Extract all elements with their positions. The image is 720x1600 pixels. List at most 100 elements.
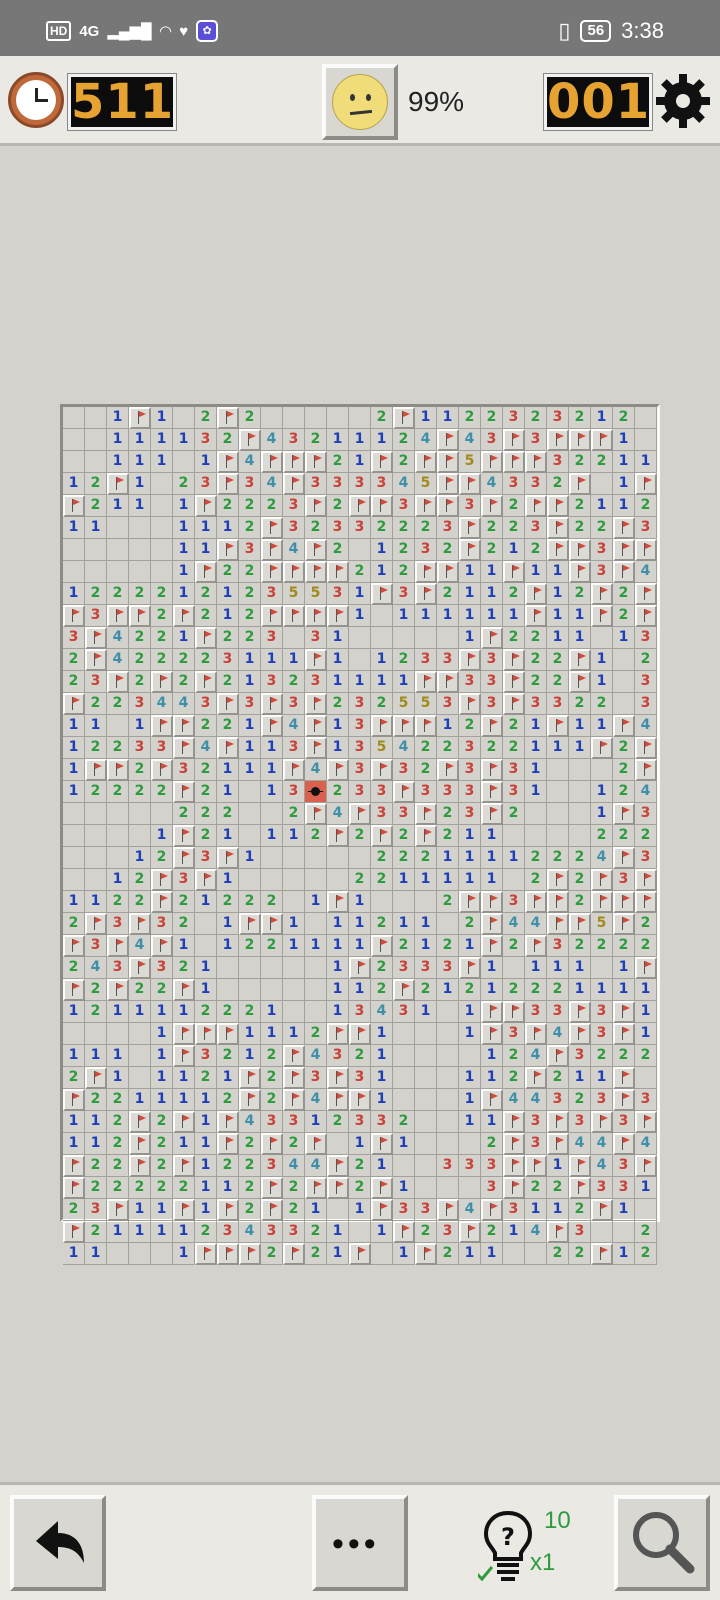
number-cell[interactable]: 1 bbox=[481, 957, 503, 979]
number-cell[interactable]: 3 bbox=[635, 627, 657, 649]
number-cell[interactable]: 3 bbox=[459, 495, 481, 517]
number-cell[interactable]: 1 bbox=[569, 627, 591, 649]
empty-cell[interactable] bbox=[459, 1133, 481, 1155]
number-cell[interactable]: 2 bbox=[129, 1177, 151, 1199]
empty-cell[interactable] bbox=[85, 539, 107, 561]
number-cell[interactable]: 1 bbox=[349, 979, 371, 1001]
number-cell[interactable]: 3 bbox=[283, 1221, 305, 1243]
number-cell[interactable]: 1 bbox=[393, 1133, 415, 1155]
number-cell[interactable]: 3 bbox=[195, 693, 217, 715]
number-cell[interactable]: 2 bbox=[569, 847, 591, 869]
flag-icon[interactable] bbox=[591, 737, 613, 759]
number-cell[interactable]: 2 bbox=[371, 869, 393, 891]
flag-icon[interactable] bbox=[635, 737, 657, 759]
number-cell[interactable]: 1 bbox=[173, 1089, 195, 1111]
number-cell[interactable]: 1 bbox=[525, 957, 547, 979]
number-cell[interactable]: 3 bbox=[481, 1155, 503, 1177]
number-cell[interactable]: 2 bbox=[129, 781, 151, 803]
number-cell[interactable]: 2 bbox=[107, 1177, 129, 1199]
number-cell[interactable]: 3 bbox=[283, 781, 305, 803]
flag-icon[interactable] bbox=[239, 429, 261, 451]
flag-icon[interactable] bbox=[173, 781, 195, 803]
flag-icon[interactable] bbox=[481, 935, 503, 957]
number-cell[interactable]: 1 bbox=[63, 759, 85, 781]
number-cell[interactable]: 1 bbox=[371, 1045, 393, 1067]
number-cell[interactable]: 3 bbox=[503, 1023, 525, 1045]
number-cell[interactable]: 3 bbox=[393, 759, 415, 781]
number-cell[interactable]: 1 bbox=[85, 517, 107, 539]
number-cell[interactable]: 3 bbox=[107, 957, 129, 979]
number-cell[interactable]: 2 bbox=[195, 825, 217, 847]
number-cell[interactable]: 1 bbox=[63, 715, 85, 737]
flag-icon[interactable] bbox=[195, 869, 217, 891]
flag-icon[interactable] bbox=[283, 1067, 305, 1089]
flag-icon[interactable] bbox=[437, 671, 459, 693]
flag-icon[interactable] bbox=[613, 517, 635, 539]
flag-icon[interactable] bbox=[613, 913, 635, 935]
number-cell[interactable]: 2 bbox=[437, 825, 459, 847]
number-cell[interactable]: 1 bbox=[371, 1067, 393, 1089]
number-cell[interactable]: 2 bbox=[195, 1067, 217, 1089]
flag-icon[interactable] bbox=[481, 759, 503, 781]
number-cell[interactable]: 1 bbox=[481, 1067, 503, 1089]
number-cell[interactable]: 1 bbox=[415, 407, 437, 429]
flag-icon[interactable] bbox=[569, 1177, 591, 1199]
number-cell[interactable]: 1 bbox=[591, 495, 613, 517]
number-cell[interactable]: 1 bbox=[283, 825, 305, 847]
empty-cell[interactable] bbox=[63, 429, 85, 451]
flag-icon[interactable] bbox=[305, 1177, 327, 1199]
number-cell[interactable]: 1 bbox=[437, 407, 459, 429]
empty-cell[interactable] bbox=[415, 627, 437, 649]
empty-cell[interactable] bbox=[503, 1243, 525, 1265]
flag-icon[interactable] bbox=[305, 451, 327, 473]
number-cell[interactable]: 1 bbox=[217, 1067, 239, 1089]
flag-icon[interactable] bbox=[151, 891, 173, 913]
number-cell[interactable]: 1 bbox=[371, 561, 393, 583]
number-cell[interactable]: 3 bbox=[459, 759, 481, 781]
number-cell[interactable]: 1 bbox=[173, 561, 195, 583]
number-cell[interactable]: 1 bbox=[173, 1133, 195, 1155]
empty-cell[interactable] bbox=[349, 627, 371, 649]
empty-cell[interactable] bbox=[613, 1221, 635, 1243]
flag-icon[interactable] bbox=[525, 1023, 547, 1045]
number-cell[interactable]: 1 bbox=[503, 605, 525, 627]
number-cell[interactable]: 3 bbox=[305, 671, 327, 693]
flag-icon[interactable] bbox=[547, 715, 569, 737]
number-cell[interactable]: 2 bbox=[415, 759, 437, 781]
number-cell[interactable]: 4 bbox=[525, 913, 547, 935]
number-cell[interactable]: 2 bbox=[305, 517, 327, 539]
flag-icon[interactable] bbox=[217, 847, 239, 869]
number-cell[interactable]: 1 bbox=[151, 1001, 173, 1023]
number-cell[interactable]: 3 bbox=[613, 1111, 635, 1133]
number-cell[interactable]: 1 bbox=[393, 671, 415, 693]
number-cell[interactable]: 2 bbox=[503, 1067, 525, 1089]
number-cell[interactable]: 2 bbox=[503, 495, 525, 517]
number-cell[interactable]: 3 bbox=[349, 737, 371, 759]
empty-cell[interactable] bbox=[85, 1023, 107, 1045]
number-cell[interactable]: 1 bbox=[261, 649, 283, 671]
empty-cell[interactable] bbox=[415, 1155, 437, 1177]
number-cell[interactable]: 1 bbox=[591, 671, 613, 693]
number-cell[interactable]: 1 bbox=[591, 781, 613, 803]
number-cell[interactable]: 1 bbox=[371, 1221, 393, 1243]
number-cell[interactable]: 1 bbox=[613, 957, 635, 979]
number-cell[interactable]: 1 bbox=[613, 627, 635, 649]
number-cell[interactable]: 2 bbox=[503, 979, 525, 1001]
number-cell[interactable]: 4 bbox=[283, 1155, 305, 1177]
number-cell[interactable]: 1 bbox=[349, 583, 371, 605]
number-cell[interactable]: 1 bbox=[613, 473, 635, 495]
number-cell[interactable]: 2 bbox=[525, 979, 547, 1001]
number-cell[interactable]: 3 bbox=[481, 1177, 503, 1199]
number-cell[interactable]: 1 bbox=[459, 1089, 481, 1111]
number-cell[interactable]: 2 bbox=[503, 627, 525, 649]
number-cell[interactable]: 1 bbox=[547, 627, 569, 649]
flag-icon[interactable] bbox=[305, 1133, 327, 1155]
flag-icon[interactable] bbox=[63, 1221, 85, 1243]
new-game-button[interactable] bbox=[322, 64, 398, 140]
number-cell[interactable]: 2 bbox=[85, 583, 107, 605]
number-cell[interactable]: 2 bbox=[173, 473, 195, 495]
empty-cell[interactable] bbox=[327, 407, 349, 429]
number-cell[interactable]: 2 bbox=[63, 913, 85, 935]
number-cell[interactable]: 2 bbox=[195, 715, 217, 737]
flag-icon[interactable] bbox=[305, 715, 327, 737]
